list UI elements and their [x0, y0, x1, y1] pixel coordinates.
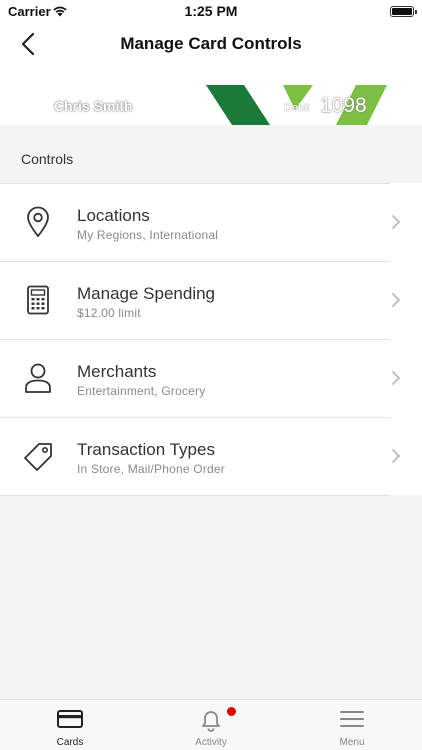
card-holder-name: Chris Smith	[54, 98, 133, 114]
controls-section-header: Controls	[0, 125, 422, 183]
chevron-right-icon	[392, 371, 400, 385]
control-row-manage-spending[interactable]: Manage Spending $12.00 limit	[0, 262, 390, 340]
notification-badge	[227, 707, 236, 716]
tab-cards[interactable]: Cards	[0, 700, 140, 750]
controls-list: Locations My Regions, International Mana…	[0, 183, 390, 496]
tab-menu[interactable]: Menu	[282, 700, 422, 750]
tab-label: Activity	[195, 737, 227, 748]
tab-label: Cards	[56, 737, 84, 748]
battery-icon	[390, 6, 417, 17]
bell-icon	[141, 708, 281, 732]
control-label: Manage Spending	[77, 284, 216, 303]
calculator-icon	[22, 283, 54, 317]
hamburger-icon	[282, 708, 422, 732]
card-type: Debit	[284, 102, 310, 114]
control-subtitle: $12.00 limit	[77, 306, 141, 320]
chevron-right-icon	[392, 215, 400, 229]
control-label: Locations	[77, 206, 150, 225]
page-title: Manage Card Controls	[120, 34, 302, 53]
tag-icon	[22, 439, 54, 473]
control-subtitle: Entertainment, Grocery	[77, 384, 206, 398]
control-row-locations[interactable]: Locations My Regions, International	[0, 184, 390, 262]
tab-bar: Cards Activity Menu	[0, 699, 422, 750]
chevron-right-icons	[392, 215, 400, 463]
chevron-right-icon	[392, 293, 400, 307]
control-label: Merchants	[77, 362, 157, 381]
card-preview[interactable]: Chris Smith Debit 1098	[0, 64, 422, 125]
status-time: 1:25 PM	[184, 3, 238, 19]
person-icon	[22, 361, 54, 395]
control-subtitle: In Store, Mail/Phone Order	[77, 462, 225, 476]
tab-label: Menu	[339, 737, 365, 748]
tab-activity[interactable]: Activity	[141, 700, 281, 750]
location-pin-icon	[22, 205, 54, 239]
card-icon	[0, 708, 140, 732]
status-bar: Carrier 1:25 PM	[0, 0, 422, 24]
card-last-four: 1098	[320, 94, 367, 117]
control-label: Transaction Types	[77, 440, 215, 459]
control-subtitle: My Regions, International	[77, 228, 219, 242]
chevron-right-icon	[392, 449, 400, 463]
control-row-merchants[interactable]: Merchants Entertainment, Grocery	[0, 340, 390, 418]
section-title: Controls	[21, 151, 74, 167]
navigation-bar: Manage Card Controls	[0, 24, 422, 64]
control-row-transaction-types[interactable]: Transaction Types In Store, Mail/Phone O…	[0, 418, 390, 496]
